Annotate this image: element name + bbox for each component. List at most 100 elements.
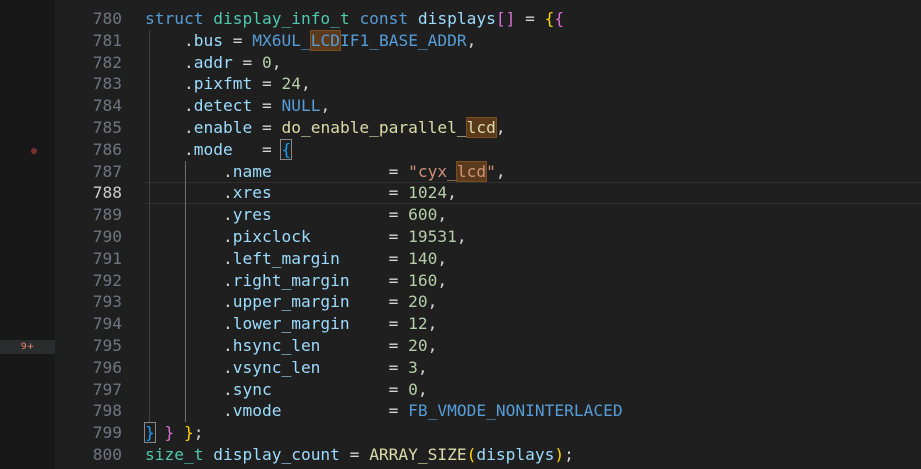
code-token: bus bbox=[193, 30, 223, 50]
code-token: , bbox=[300, 74, 311, 94]
code-text[interactable]: .sync = 0, bbox=[145, 379, 428, 401]
code-token: vsync_len bbox=[232, 357, 321, 377]
code-line[interactable]: 783 .pixfmt = 24, bbox=[55, 73, 921, 95]
code-token: . bbox=[145, 96, 194, 116]
code-token: = bbox=[232, 139, 282, 159]
code-token: = bbox=[222, 30, 253, 50]
code-text[interactable]: .pixfmt = 24, bbox=[145, 73, 311, 95]
code-token: struct bbox=[145, 9, 204, 28]
code-token: , bbox=[417, 379, 428, 399]
code-token: 20 bbox=[408, 292, 428, 312]
code-text[interactable]: .left_margin = 140, bbox=[145, 248, 447, 270]
code-token: = bbox=[320, 357, 409, 377]
code-token: { bbox=[280, 138, 293, 160]
code-token: = bbox=[281, 401, 409, 421]
code-text[interactable]: .vsync_len = 3, bbox=[145, 357, 428, 379]
code-token: 0 bbox=[261, 52, 272, 72]
line-number: 798 bbox=[92, 401, 122, 421]
code-token: 140 bbox=[408, 248, 438, 268]
code-line[interactable]: 800 size_t display_count = ARRAY_SIZE(dis… bbox=[55, 444, 921, 466]
code-line[interactable]: 785 .enable = do_enable_parallel_lcd, bbox=[55, 117, 921, 139]
code-token: do_enable_parallel_ bbox=[281, 118, 467, 137]
code-token: mode bbox=[193, 139, 233, 159]
code-line[interactable]: 782 .addr = 0, bbox=[55, 52, 921, 74]
code-token: lower_margin bbox=[232, 314, 350, 334]
code-editor[interactable]: 780 struct display_info_t const displays[… bbox=[55, 0, 921, 469]
code-token: . bbox=[145, 336, 233, 355]
code-token: "cyx_ bbox=[408, 161, 457, 181]
code-token: . bbox=[145, 227, 233, 246]
code-token: = bbox=[271, 183, 409, 203]
code-text[interactable]: .upper_margin = 20, bbox=[145, 291, 437, 313]
code-token: = bbox=[349, 314, 409, 334]
code-text[interactable]: .bus = MX6UL_LCDIF1_BASE_ADDR, bbox=[145, 29, 477, 52]
code-text[interactable]: size_t display_count = ARRAY_SIZE(displa… bbox=[145, 444, 574, 466]
code-token: . bbox=[145, 270, 233, 290]
code-token: addr bbox=[193, 52, 233, 72]
breakpoint-hint-icon[interactable] bbox=[31, 148, 37, 154]
line-number: 788 bbox=[92, 183, 122, 203]
code-text[interactable]: .yres = 600, bbox=[145, 204, 447, 226]
indent-guide bbox=[149, 29, 150, 423]
code-token: = bbox=[271, 379, 409, 399]
code-line[interactable]: 784 .detect = NULL, bbox=[55, 95, 921, 117]
code-line[interactable]: 786 .mode = { bbox=[55, 138, 921, 161]
code-token: . bbox=[145, 74, 194, 94]
line-number: 780 bbox=[92, 9, 122, 28]
code-token: IF1_BASE_ADDR bbox=[339, 30, 467, 50]
code-token: ) bbox=[554, 445, 565, 464]
code-line[interactable]: 780 struct display_info_t const displays[… bbox=[55, 8, 921, 30]
line-number: 793 bbox=[92, 292, 122, 312]
code-token: , bbox=[495, 118, 506, 137]
code-token: { bbox=[554, 9, 565, 28]
code-token: = bbox=[349, 270, 409, 290]
code-text[interactable]: } } }; bbox=[144, 422, 204, 444]
line-number: 790 bbox=[92, 227, 122, 246]
code-token: , bbox=[466, 30, 477, 50]
code-text[interactable]: .hsync_len = 20, bbox=[145, 335, 437, 357]
code-token: pixfmt bbox=[193, 74, 253, 94]
code-line[interactable]: 799 } } }; bbox=[55, 422, 921, 444]
code-text[interactable]: .enable = do_enable_parallel_lcd, bbox=[145, 117, 506, 139]
problems-badge[interactable]: 9+ bbox=[0, 340, 55, 354]
line-number: 796 bbox=[92, 357, 122, 377]
code-token: sync bbox=[232, 379, 272, 399]
code-token: 160 bbox=[408, 270, 438, 290]
code-token: right_margin bbox=[232, 270, 350, 290]
code-token: display_info_t bbox=[213, 9, 350, 28]
code-text[interactable]: .lower_margin = 12, bbox=[145, 313, 437, 335]
code-token: ; bbox=[193, 423, 204, 443]
line-number: 791 bbox=[92, 248, 122, 268]
code-token: MX6UL_ bbox=[252, 30, 311, 50]
line-number: 797 bbox=[92, 379, 122, 399]
code-text[interactable]: .right_margin = 160, bbox=[145, 270, 447, 292]
code-text[interactable]: .vmode = FB_VMODE_NONINTERLACED bbox=[145, 400, 623, 422]
code-text[interactable]: .addr = 0, bbox=[145, 52, 282, 74]
code-token: . bbox=[145, 205, 233, 225]
line-number: 789 bbox=[92, 205, 122, 225]
code-token: = bbox=[271, 205, 409, 225]
code-line[interactable]: 781 .bus = MX6UL_LCDIF1_BASE_ADDR, bbox=[55, 29, 921, 52]
code-text[interactable]: .pixclock = 19531, bbox=[145, 226, 467, 248]
line-number: 792 bbox=[92, 270, 122, 290]
code-token: detect bbox=[193, 96, 253, 116]
code-text[interactable]: .xres = 1024, bbox=[145, 182, 457, 204]
code-token: 3 bbox=[408, 357, 418, 377]
code-token: , bbox=[271, 52, 282, 72]
code-text[interactable]: .detect = NULL, bbox=[145, 95, 330, 117]
code-token: = bbox=[310, 227, 409, 246]
code-token: } bbox=[144, 422, 156, 444]
line-number: 782 bbox=[92, 52, 122, 72]
code-token: . bbox=[145, 139, 194, 159]
code-token: 600 bbox=[408, 205, 438, 225]
code-text[interactable]: .name = "cyx_lcd", bbox=[145, 160, 506, 183]
line-number: 799 bbox=[92, 423, 122, 443]
code-text[interactable]: .mode = { bbox=[145, 138, 293, 161]
line-number: 784 bbox=[92, 96, 122, 116]
code-text[interactable]: struct display_info_t const displays[] =… bbox=[145, 8, 564, 30]
code-token: LCD bbox=[309, 29, 341, 51]
